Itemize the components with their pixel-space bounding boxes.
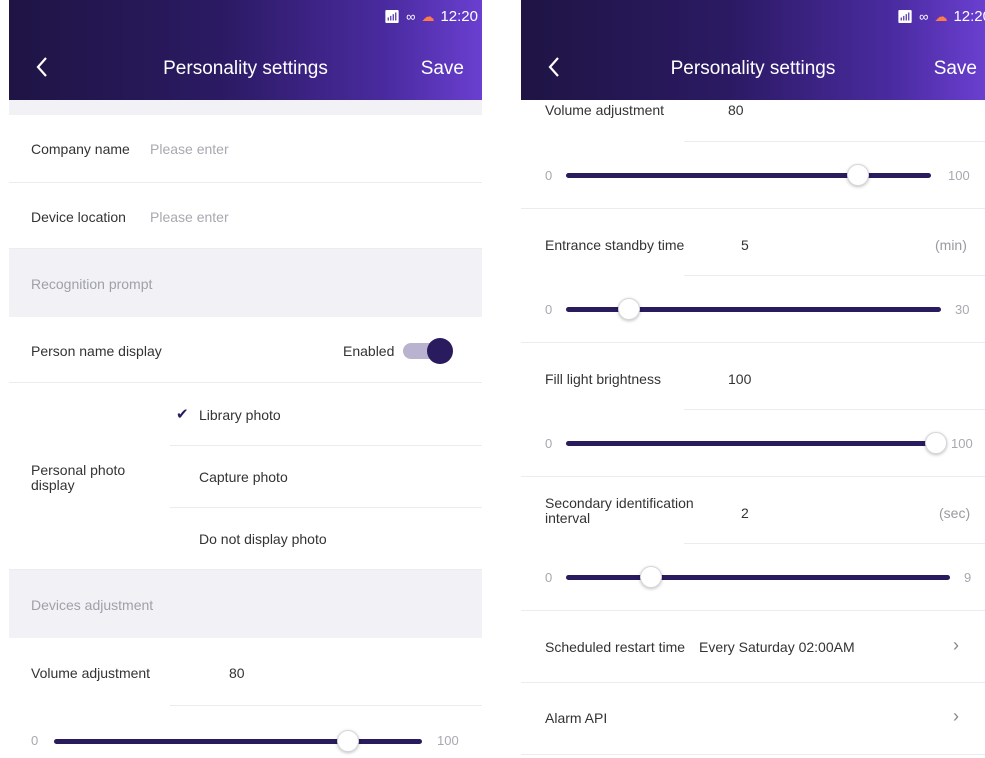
- status-bar: 📶︎ ∞ ☁ 12:20: [384, 8, 478, 25]
- device-location-row[interactable]: Device location Please enter: [9, 183, 482, 249]
- right-screen: 📶︎ ∞ ☁ 12:20 Personality settings Save V…: [521, 0, 985, 758]
- volume-slider-track[interactable]: [566, 173, 931, 178]
- standby-label: Entrance standby time: [545, 237, 685, 253]
- settings-content: Volume adjustment 80 0 100 Entrance stan…: [521, 100, 985, 758]
- slider-min: 0: [31, 733, 39, 748]
- status-time: 12:20: [953, 8, 985, 25]
- person-name-state: Enabled: [343, 343, 395, 359]
- status-bar: 📶︎ ∞ ☁ 12:20: [897, 8, 985, 25]
- left-screen: 📶︎ ∞ ☁ 12:20 Personality settings Save C…: [9, 0, 482, 758]
- standby-slider-thumb[interactable]: [617, 298, 640, 320]
- fill-light-slider-thumb[interactable]: [925, 432, 947, 454]
- alarm-api-label: Alarm API: [545, 710, 608, 726]
- devices-section-title: Devices adjustment: [31, 597, 154, 613]
- alarm-api-row[interactable]: Alarm API ›: [521, 683, 985, 755]
- volume-row: Volume adjustment 80: [9, 638, 482, 706]
- volume-value: 80: [728, 102, 744, 118]
- person-name-toggle[interactable]: [403, 338, 453, 364]
- standby-value: 5: [741, 237, 749, 253]
- recognition-section-header: Recognition prompt: [9, 249, 482, 317]
- secondary-slider-thumb[interactable]: [640, 566, 663, 588]
- volume-slider-thumb[interactable]: [847, 164, 869, 186]
- person-name-label: Person name display: [31, 343, 162, 359]
- device-location-input[interactable]: Please enter: [150, 209, 229, 225]
- fill-light-slider-row: 0 100: [521, 410, 985, 477]
- photo-option-capture[interactable]: Capture photo: [170, 446, 482, 507]
- save-button[interactable]: Save: [421, 58, 464, 80]
- link-icon: ∞: [919, 9, 929, 24]
- standby-unit: (min): [935, 237, 967, 253]
- slider-max: 9: [964, 570, 972, 585]
- app-bar: 📶︎ ∞ ☁ 12:20 Personality settings Save: [9, 0, 482, 100]
- secondary-row: Secondary identification interval 2 (sec…: [521, 477, 985, 544]
- volume-slider-row: 0 100: [521, 142, 985, 209]
- volume-label: Volume adjustment: [545, 102, 665, 118]
- standby-slider-row: 0 30: [521, 276, 985, 343]
- slider-min: 0: [545, 302, 553, 317]
- secondary-unit: (sec): [939, 505, 971, 521]
- volume-label: Volume adjustment: [31, 665, 151, 681]
- secondary-slider-track[interactable]: [566, 575, 950, 580]
- photo-option-label: Library photo: [199, 407, 281, 423]
- volume-row: Volume adjustment 80: [521, 100, 985, 142]
- devices-section-header: Devices adjustment: [9, 570, 482, 638]
- chevron-right-icon: ›: [953, 635, 959, 655]
- photo-display-label: Personal photo display: [31, 462, 126, 493]
- checkmark-icon: ✔: [176, 406, 189, 423]
- slider-min: 0: [545, 168, 553, 183]
- photo-option-library[interactable]: ✔ Library photo: [170, 383, 482, 445]
- save-button[interactable]: Save: [934, 58, 977, 80]
- slider-min: 0: [545, 436, 553, 451]
- link-icon: ∞: [406, 9, 416, 24]
- company-name-row[interactable]: Company name Please enter: [9, 115, 482, 183]
- volume-value: 80: [229, 665, 245, 681]
- status-time: 12:20: [440, 8, 478, 25]
- restart-value: Every Saturday 02:00AM: [699, 639, 855, 655]
- wifi-icon: 📶︎: [896, 8, 914, 24]
- volume-slider-thumb[interactable]: [337, 730, 360, 752]
- wifi-icon: 📶︎: [383, 8, 401, 24]
- app-bar: 📶︎ ∞ ☁ 12:20 Personality settings Save: [521, 0, 985, 100]
- secondary-label: Secondary identification interval: [545, 495, 694, 526]
- restart-label: Scheduled restart time: [545, 639, 686, 655]
- device-location-label: Device location: [31, 209, 126, 225]
- fill-light-slider-track[interactable]: [566, 441, 936, 446]
- slider-min: 0: [545, 570, 553, 585]
- photo-option-label: Capture photo: [199, 469, 288, 485]
- fill-light-label: Fill light brightness: [545, 371, 661, 387]
- slider-max: 30: [955, 302, 970, 317]
- volume-slider-track[interactable]: [54, 739, 422, 744]
- company-name-label: Company name: [31, 141, 130, 157]
- slider-max: 100: [951, 436, 973, 451]
- photo-option-label: Do not display photo: [199, 531, 327, 547]
- page-title: Personality settings: [163, 58, 328, 79]
- slider-max: 100: [437, 733, 459, 748]
- fill-light-value: 100: [728, 371, 752, 387]
- top-spacer: [9, 100, 482, 115]
- recognition-section-title: Recognition prompt: [31, 276, 153, 292]
- settings-content: Company name Please enter Device locatio…: [9, 100, 482, 758]
- person-name-row: Person name display Enabled: [9, 317, 482, 383]
- slider-max: 100: [948, 168, 970, 183]
- restart-row[interactable]: Scheduled restart time Every Saturday 02…: [521, 611, 985, 683]
- company-name-input[interactable]: Please enter: [150, 141, 229, 157]
- standby-row: Entrance standby time 5 (min): [521, 209, 985, 276]
- secondary-value: 2: [741, 505, 749, 521]
- fill-light-row: Fill light brightness 100: [521, 343, 985, 410]
- cloud-alert-icon: ☁: [934, 8, 948, 24]
- chevron-right-icon: ›: [953, 706, 959, 726]
- volume-slider-row: 0 100: [9, 706, 482, 758]
- secondary-slider-row: 0 9: [521, 544, 985, 611]
- cloud-alert-icon: ☁: [421, 8, 435, 24]
- photo-option-none[interactable]: Do not display photo: [170, 508, 482, 570]
- photo-display-row: Personal photo display ✔ Library photo C…: [9, 383, 482, 570]
- page-title: Personality settings: [670, 58, 836, 79]
